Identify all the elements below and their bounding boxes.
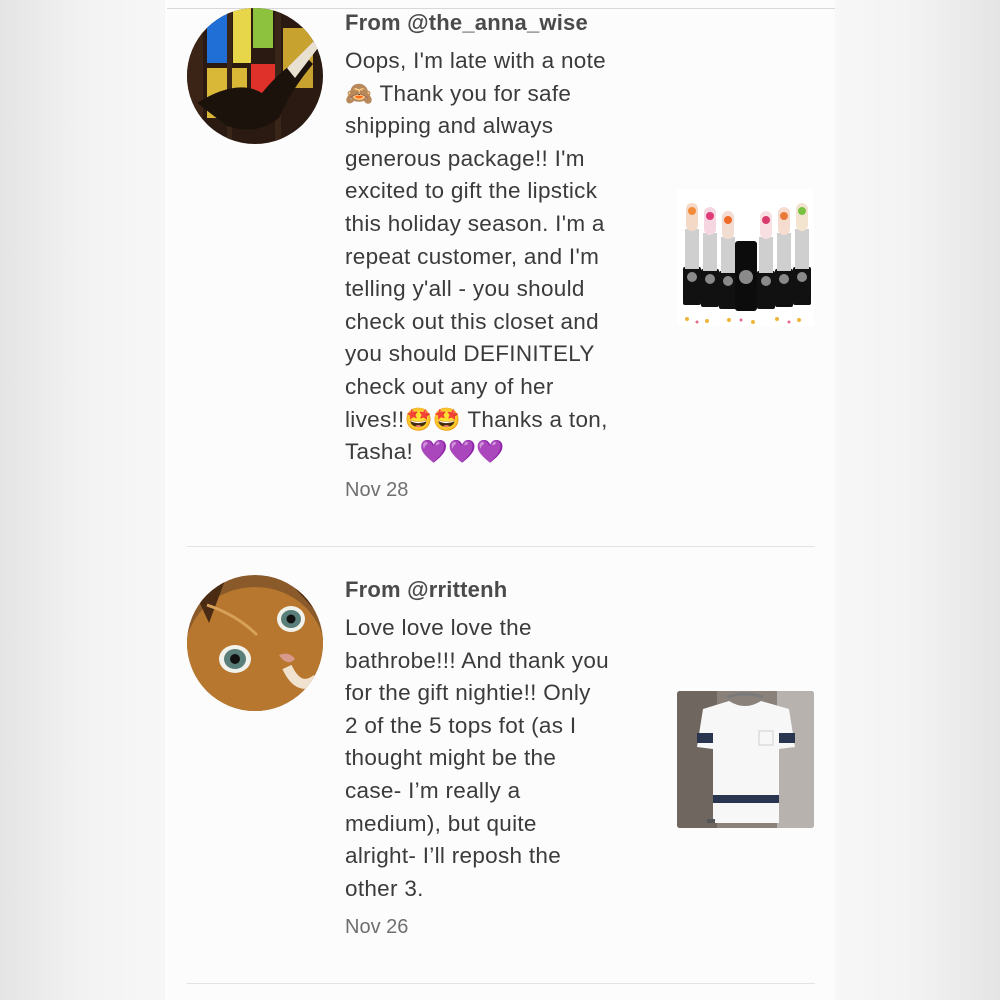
cat-avatar-image — [187, 575, 323, 711]
note-divider — [187, 546, 815, 547]
note-author[interactable]: From @the_anna_wise — [345, 10, 588, 36]
note-date: Nov 28 — [345, 479, 409, 501]
listing-thumbnail[interactable] — [677, 189, 814, 326]
love-notes-panel: From @the_anna_wise Oops, I'm late with … — [167, 0, 835, 1000]
note-text: Oops, I'm late with a note 🙈 Thank you f… — [345, 48, 608, 465]
white-tshirt-image — [677, 691, 814, 828]
lipstick-set-image — [677, 189, 814, 326]
note-date: Nov 26 — [345, 916, 409, 938]
stained-glass-avatar-image — [187, 8, 323, 144]
listing-thumbnail[interactable] — [677, 691, 814, 828]
avatar[interactable] — [187, 8, 323, 144]
note-divider — [187, 983, 815, 984]
note-author[interactable]: From @rrittenh — [345, 577, 507, 603]
avatar[interactable] — [187, 575, 323, 711]
note-text: Love love love the bathrobe!!! And thank… — [345, 615, 609, 901]
